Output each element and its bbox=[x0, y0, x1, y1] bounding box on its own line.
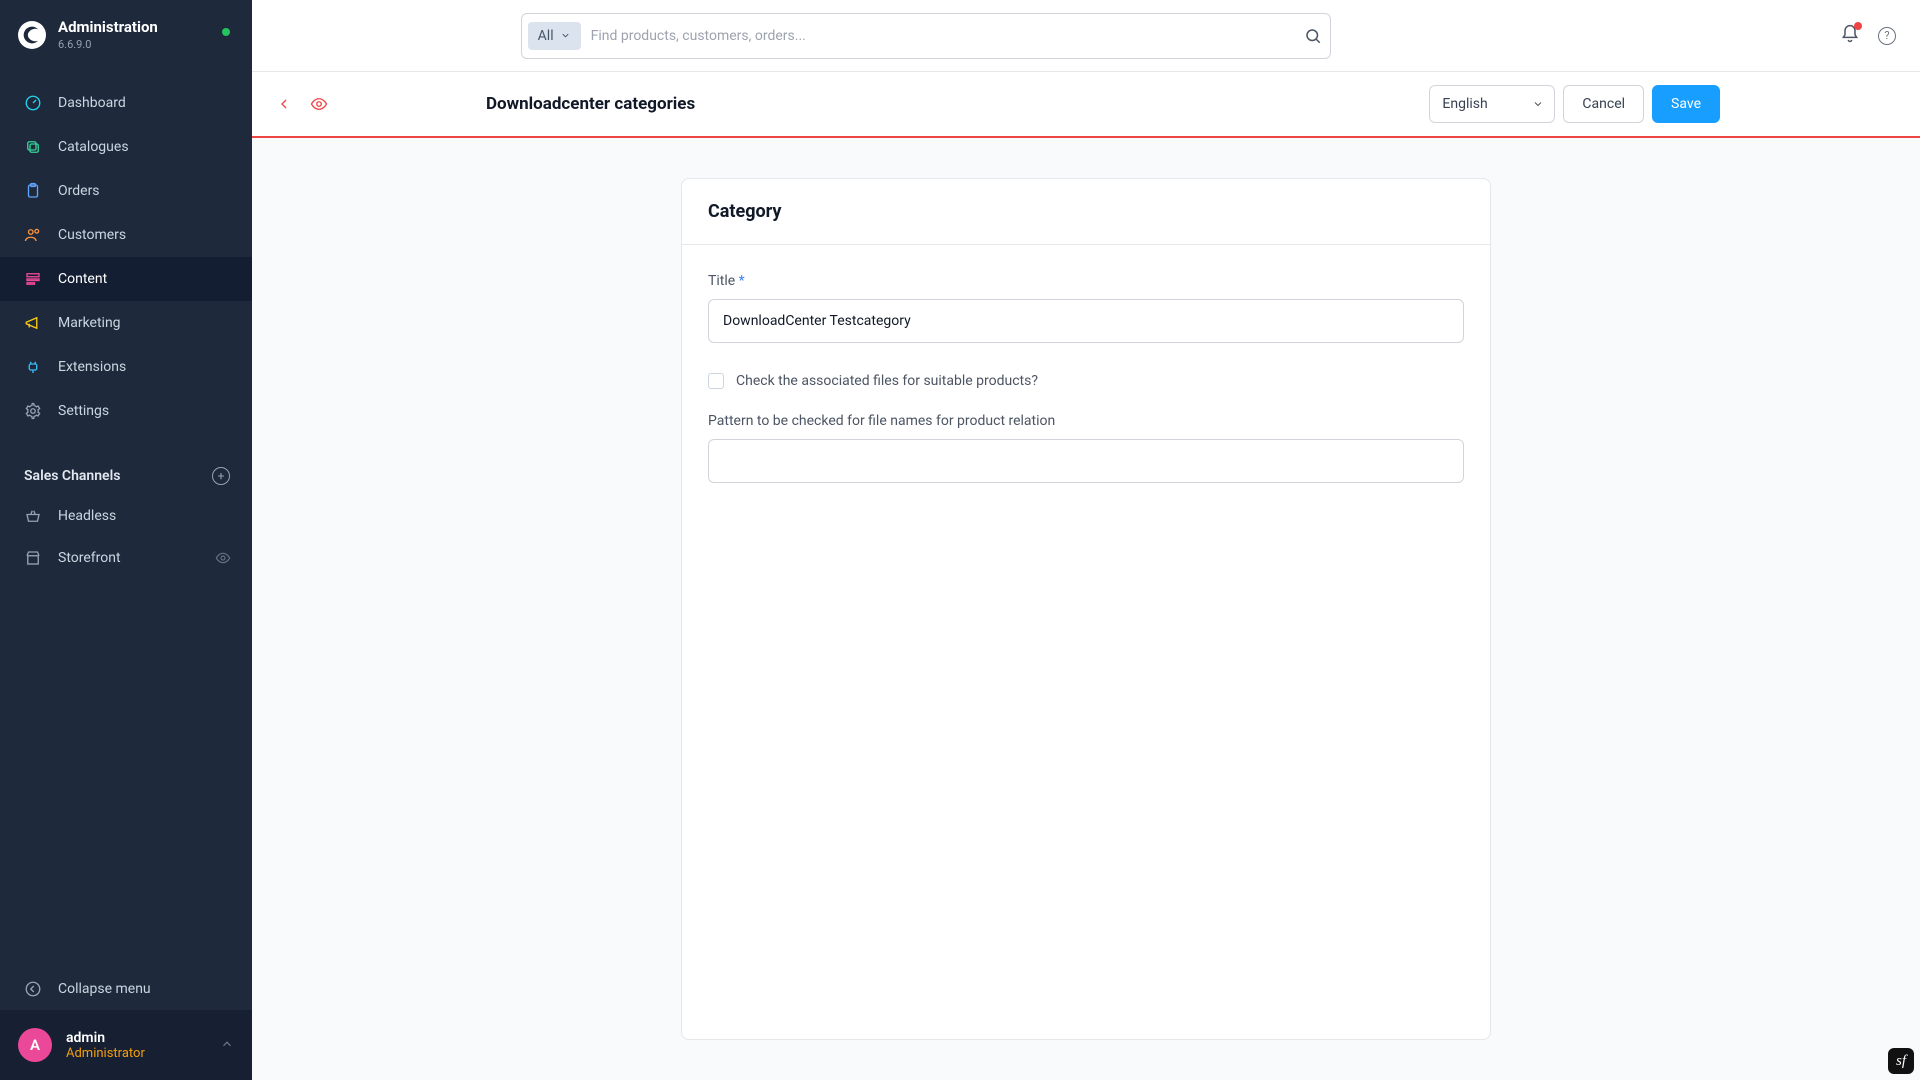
page-title: Downloadcenter categories bbox=[486, 94, 695, 114]
global-search: All bbox=[521, 13, 1331, 59]
channel-label: Storefront bbox=[58, 550, 121, 566]
gear-icon bbox=[24, 402, 42, 420]
plug-icon bbox=[24, 358, 42, 376]
card-header: Category bbox=[682, 179, 1490, 245]
chevron-down-icon bbox=[560, 30, 571, 41]
users-icon bbox=[24, 226, 42, 244]
pattern-label: Pattern to be checked for file names for… bbox=[708, 413, 1464, 429]
status-indicator bbox=[222, 28, 230, 36]
channel-headless[interactable]: Headless bbox=[0, 495, 252, 537]
preview-button[interactable] bbox=[310, 95, 328, 113]
chevron-up-icon bbox=[220, 1036, 234, 1055]
primary-nav: Dashboard Catalogues Orders Customers Co… bbox=[0, 81, 252, 433]
cancel-button[interactable]: Cancel bbox=[1563, 85, 1644, 123]
nav-label: Customers bbox=[58, 227, 126, 243]
nav-label: Dashboard bbox=[58, 95, 126, 111]
nav-marketing[interactable]: Marketing bbox=[0, 301, 252, 345]
check-files-label: Check the associated files for suitable … bbox=[736, 373, 1038, 389]
app-title: Administration bbox=[58, 18, 158, 36]
title-label: Title * bbox=[708, 273, 1464, 289]
sales-channels-title: Sales Channels bbox=[24, 468, 120, 484]
nav-catalogues[interactable]: Catalogues bbox=[0, 125, 252, 169]
content-area: Category Title * Check the associated fi… bbox=[252, 138, 1920, 1080]
card-title: Category bbox=[708, 201, 1464, 222]
clipboard-icon bbox=[24, 182, 42, 200]
nav-extensions[interactable]: Extensions bbox=[0, 345, 252, 389]
basket-icon bbox=[24, 507, 42, 525]
user-menu[interactable]: A admin Administrator bbox=[0, 1010, 252, 1080]
add-sales-channel-button[interactable]: + bbox=[212, 467, 230, 485]
main: All ? Downloadcenter categories English … bbox=[252, 0, 1920, 1080]
nav-label: Orders bbox=[58, 183, 100, 199]
search-type-label: All bbox=[538, 28, 554, 44]
save-button[interactable]: Save bbox=[1652, 85, 1720, 123]
channel-storefront[interactable]: Storefront bbox=[0, 537, 252, 579]
avatar: A bbox=[18, 1028, 52, 1062]
gauge-icon bbox=[24, 94, 42, 112]
app-version: 6.6.9.0 bbox=[58, 38, 158, 51]
app-logo bbox=[18, 21, 46, 49]
collapse-icon bbox=[24, 980, 42, 998]
topbar: All ? bbox=[252, 0, 1920, 72]
nav-label: Marketing bbox=[58, 315, 121, 331]
nav-settings[interactable]: Settings bbox=[0, 389, 252, 433]
check-files-checkbox[interactable] bbox=[708, 373, 724, 389]
sidebar: Administration 6.6.9.0 Dashboard Catalog… bbox=[0, 0, 252, 1080]
nav-content[interactable]: Content bbox=[0, 257, 252, 301]
search-input[interactable] bbox=[591, 28, 1294, 44]
nav-label: Catalogues bbox=[58, 139, 129, 155]
megaphone-icon bbox=[24, 314, 42, 332]
nav-customers[interactable]: Customers bbox=[0, 213, 252, 257]
search-type-selector[interactable]: All bbox=[528, 22, 581, 50]
nav-label: Settings bbox=[58, 403, 109, 419]
title-input[interactable] bbox=[708, 299, 1464, 343]
storefront-icon bbox=[24, 549, 42, 567]
user-name: admin bbox=[66, 1030, 145, 1046]
eye-icon[interactable] bbox=[214, 549, 232, 567]
required-mark: * bbox=[739, 273, 745, 289]
collapse-label: Collapse menu bbox=[58, 981, 151, 997]
notification-dot bbox=[1854, 22, 1862, 30]
back-button[interactable] bbox=[276, 96, 292, 112]
channel-label: Headless bbox=[58, 508, 116, 524]
symfony-badge[interactable]: sf bbox=[1888, 1048, 1914, 1074]
copy-icon bbox=[24, 138, 42, 156]
user-role: Administrator bbox=[66, 1046, 145, 1061]
pattern-input[interactable] bbox=[708, 439, 1464, 483]
pagebar: Downloadcenter categories English Cancel… bbox=[252, 72, 1920, 138]
notifications-button[interactable] bbox=[1840, 24, 1860, 48]
category-card: Category Title * Check the associated fi… bbox=[681, 178, 1491, 1040]
nav-orders[interactable]: Orders bbox=[0, 169, 252, 213]
nav-dashboard[interactable]: Dashboard bbox=[0, 81, 252, 125]
sidebar-header: Administration 6.6.9.0 bbox=[0, 0, 252, 63]
sales-channels-header: Sales Channels + bbox=[0, 453, 252, 495]
search-icon[interactable] bbox=[1304, 27, 1322, 45]
nav-label: Extensions bbox=[58, 359, 126, 375]
language-select[interactable]: English bbox=[1429, 85, 1555, 123]
help-button[interactable]: ? bbox=[1878, 27, 1896, 45]
nav-label: Content bbox=[58, 271, 107, 287]
layout-icon bbox=[24, 270, 42, 288]
collapse-menu[interactable]: Collapse menu bbox=[0, 968, 252, 1010]
